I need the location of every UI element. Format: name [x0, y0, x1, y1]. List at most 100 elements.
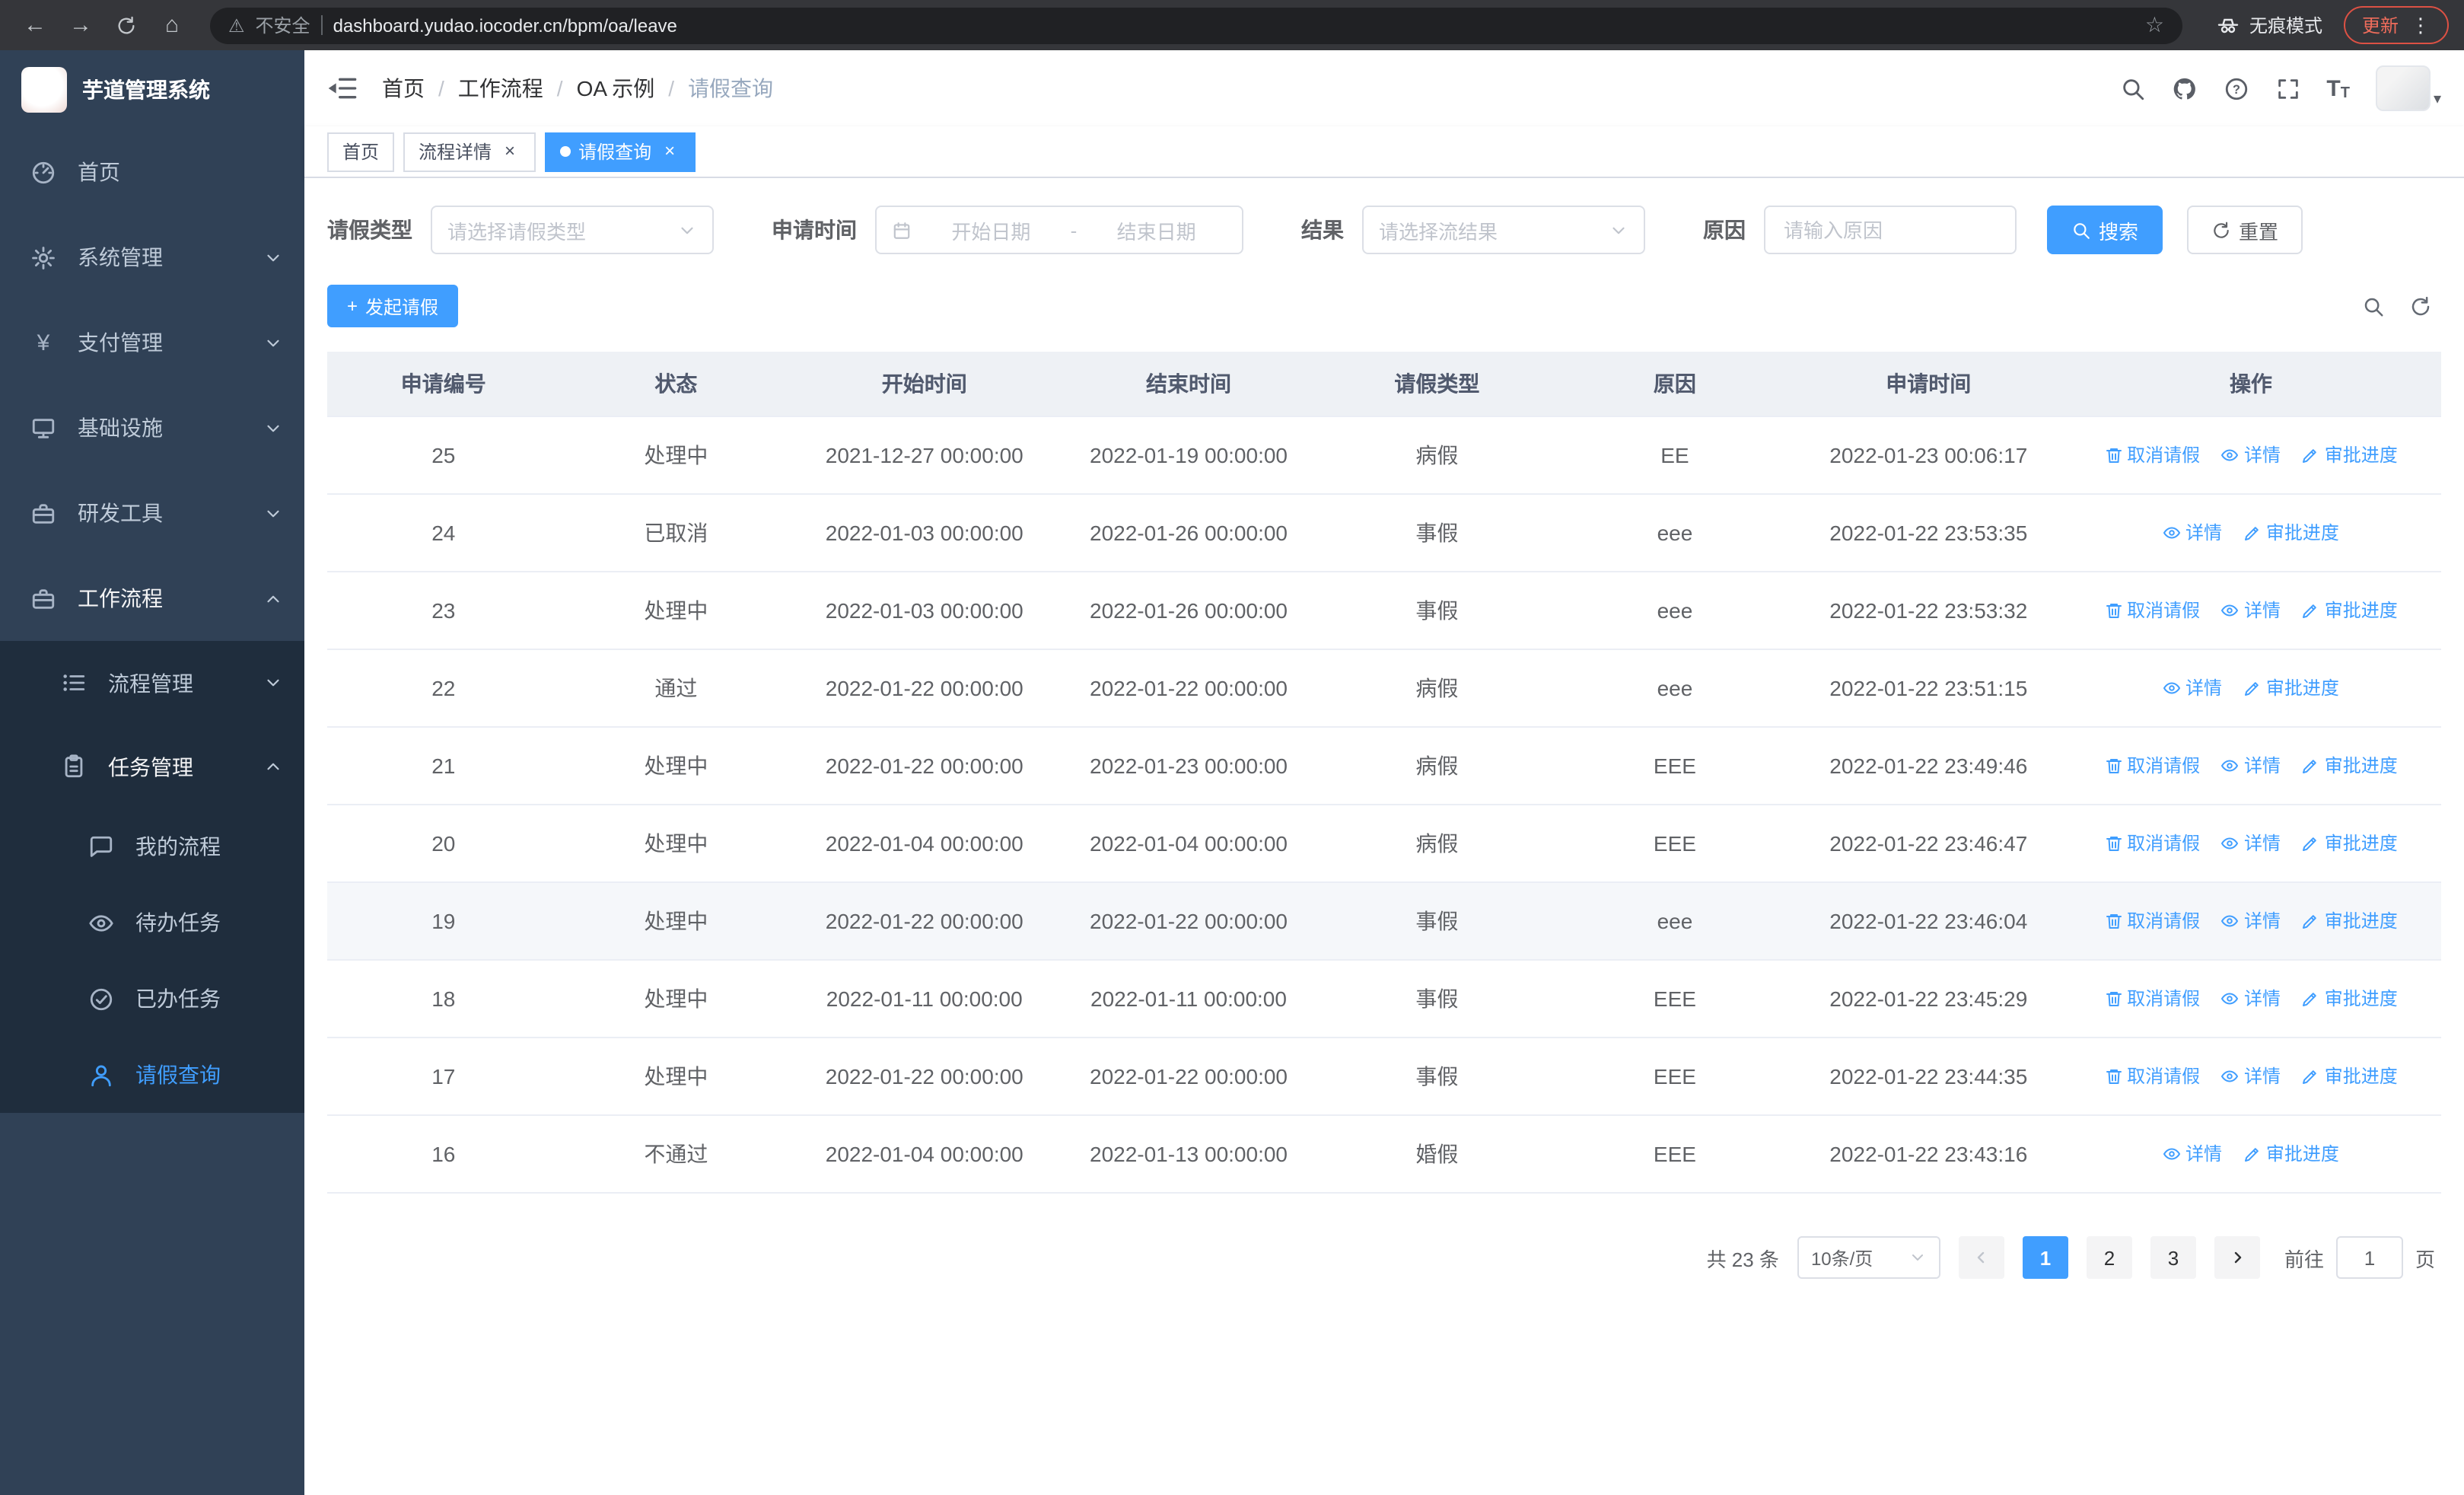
cancel-leave-link[interactable]: 取消请假 [2104, 753, 2200, 779]
breadcrumb-home[interactable]: 首页 [382, 73, 425, 104]
page-size-select[interactable]: 10条/页 [1797, 1236, 1940, 1279]
end-date-placeholder: 结束日期 [1116, 220, 1196, 243]
approval-progress-link[interactable]: 审批进度 [2302, 986, 2398, 1012]
url-text[interactable]: dashboard.yudao.iocoder.cn/bpm/oa/leave [333, 14, 677, 36]
approval-progress-link[interactable]: 审批进度 [2302, 1063, 2398, 1089]
detail-link[interactable]: 详情 [2221, 986, 2281, 1012]
avatar-caret-icon[interactable]: ▾ [2434, 91, 2441, 111]
sidebar-item-infra[interactable]: 基础设施 [0, 385, 304, 470]
detail-link[interactable]: 详情 [2163, 675, 2222, 701]
detail-link[interactable]: 详情 [2163, 1141, 2222, 1167]
detail-label: 详情 [2185, 1143, 2223, 1165]
bookmark-star-icon[interactable]: ☆ [2145, 12, 2164, 38]
sidebar-item-task-mgmt[interactable]: 任务管理 [0, 725, 304, 808]
approval-progress-link[interactable]: 审批进度 [2243, 675, 2339, 701]
detail-link[interactable]: 详情 [2221, 830, 2281, 856]
detail-link[interactable]: 详情 [2221, 442, 2281, 468]
table-row[interactable]: 20 处理中 2022-01-04 00:00:00 2022-01-04 00… [327, 805, 2441, 883]
sidebar-item-my-process[interactable]: 我的流程 [0, 808, 304, 885]
breadcrumb-oa[interactable]: OA 示例 [577, 73, 655, 104]
toggle-search-icon[interactable] [2362, 295, 2385, 317]
table-row[interactable]: 16 不通过 2022-01-04 00:00:00 2022-01-13 00… [327, 1115, 2441, 1194]
browser-update-button[interactable]: 更新 ⋮ [2343, 6, 2449, 44]
approval-progress-link[interactable]: 审批进度 [2302, 598, 2398, 623]
font-size-icon[interactable]: TT [2326, 75, 2350, 101]
detail-link[interactable]: 详情 [2221, 753, 2281, 779]
help-icon[interactable] [2223, 75, 2249, 101]
table-row[interactable]: 18 处理中 2022-01-11 00:00:00 2022-01-11 00… [327, 960, 2441, 1038]
cancel-leave-link[interactable]: 取消请假 [2104, 442, 2200, 468]
tab-label: 首页 [342, 142, 380, 163]
table-row[interactable]: 24 已取消 2022-01-03 00:00:00 2022-01-26 00… [327, 494, 2441, 572]
cancel-leave-link[interactable]: 取消请假 [2104, 986, 2200, 1012]
reason-input[interactable] [1764, 206, 2017, 254]
fullscreen-icon[interactable] [2275, 75, 2300, 101]
approval-progress-link[interactable]: 审批进度 [2302, 442, 2398, 468]
browser-back-icon[interactable]: ← [15, 5, 55, 45]
tab-home[interactable]: 首页 [327, 132, 395, 171]
sidebar-item-process-mgmt[interactable]: 流程管理 [0, 641, 304, 725]
address-bar[interactable]: ⚠ 不安全 dashboard.yudao.iocoder.cn/bpm/oa/… [210, 7, 2182, 43]
browser-reload-icon[interactable] [107, 5, 146, 45]
detail-link[interactable]: 详情 [2221, 1063, 2281, 1089]
create-leave-button[interactable]: + 发起请假 [327, 285, 459, 327]
cell-applied: 2022-01-22 23:46:47 [1796, 805, 2061, 883]
approval-progress-link[interactable]: 审批进度 [2302, 753, 2398, 779]
result-select[interactable]: 请选择流结果 [1362, 206, 1645, 254]
app-logo[interactable]: 芋道管理系统 [0, 50, 304, 129]
cancel-leave-link[interactable]: 取消请假 [2104, 1063, 2200, 1089]
browser-forward-icon[interactable]: → [61, 5, 100, 45]
tab-leave-query[interactable]: 请假查询 × [545, 132, 696, 171]
detail-link[interactable]: 详情 [2221, 908, 2281, 934]
close-icon[interactable]: × [659, 140, 680, 162]
goto-page-input[interactable] [2335, 1236, 2403, 1279]
incognito-icon [2216, 13, 2240, 37]
next-page-button[interactable] [2214, 1236, 2260, 1279]
page-button-2[interactable]: 2 [2086, 1236, 2132, 1279]
search-button[interactable]: 搜索 [2047, 206, 2163, 254]
chevron-down-icon [263, 333, 283, 352]
leave-type-select[interactable]: 请选择请假类型 [431, 206, 714, 254]
security-label[interactable]: 不安全 [256, 12, 310, 38]
sidebar-item-system[interactable]: 系统管理 [0, 215, 304, 300]
sidebar-item-done-tasks[interactable]: 已办任务 [0, 961, 304, 1037]
cancel-leave-link[interactable]: 取消请假 [2104, 598, 2200, 623]
detail-link[interactable]: 详情 [2221, 598, 2281, 623]
table-row[interactable]: 25 处理中 2021-12-27 00:00:00 2022-01-19 00… [327, 416, 2441, 495]
page-button-3[interactable]: 3 [2150, 1236, 2196, 1279]
reset-button[interactable]: 重置 [2187, 206, 2303, 254]
table-row[interactable]: 23 处理中 2022-01-03 00:00:00 2022-01-26 00… [327, 572, 2441, 650]
page-button-1[interactable]: 1 [2022, 1236, 2068, 1279]
sidebar-item-payment[interactable]: ¥ 支付管理 [0, 300, 304, 385]
cancel-leave-link[interactable]: 取消请假 [2104, 830, 2200, 856]
table-row[interactable]: 19 处理中 2022-01-22 00:00:00 2022-01-22 00… [327, 882, 2441, 961]
sidebar-item-todo-tasks[interactable]: 待办任务 [0, 885, 304, 961]
search-icon[interactable] [2119, 75, 2145, 101]
briefcase-icon [30, 585, 56, 611]
close-icon[interactable]: × [499, 140, 520, 162]
sidebar-item-workflow[interactable]: 工作流程 [0, 556, 304, 641]
browser-home-icon[interactable]: ⌂ [152, 5, 192, 45]
refresh-table-icon[interactable] [2409, 295, 2432, 317]
cell-id: 24 [327, 494, 560, 572]
sidebar-item-devtools[interactable]: 研发工具 [0, 470, 304, 556]
tab-process-detail[interactable]: 流程详情 × [403, 132, 536, 171]
approval-progress-link[interactable]: 审批进度 [2302, 830, 2398, 856]
detail-link[interactable]: 详情 [2163, 520, 2222, 546]
browser-menu-icon[interactable]: ⋮ [2411, 13, 2431, 37]
sidebar-fold-icon[interactable] [327, 73, 358, 104]
table-row[interactable]: 17 处理中 2022-01-22 00:00:00 2022-01-22 00… [327, 1038, 2441, 1116]
apply-time-range-picker[interactable]: 开始日期 - 结束日期 [875, 206, 1243, 254]
approval-progress-link[interactable]: 审批进度 [2243, 1141, 2339, 1167]
sidebar-item-home[interactable]: 首页 [0, 129, 304, 215]
prev-page-button[interactable] [1958, 1236, 2004, 1279]
user-avatar[interactable] [2375, 65, 2431, 111]
breadcrumb-workflow[interactable]: 工作流程 [458, 73, 543, 104]
cancel-leave-link[interactable]: 取消请假 [2104, 908, 2200, 934]
approval-progress-link[interactable]: 审批进度 [2302, 908, 2398, 934]
github-icon[interactable] [2171, 75, 2197, 101]
table-row[interactable]: 22 通过 2022-01-22 00:00:00 2022-01-22 00:… [327, 649, 2441, 728]
approval-progress-link[interactable]: 审批进度 [2243, 520, 2339, 546]
sidebar-item-leave-query[interactable]: 请假查询 [0, 1037, 304, 1113]
table-row[interactable]: 21 处理中 2022-01-22 00:00:00 2022-01-23 00… [327, 727, 2441, 805]
